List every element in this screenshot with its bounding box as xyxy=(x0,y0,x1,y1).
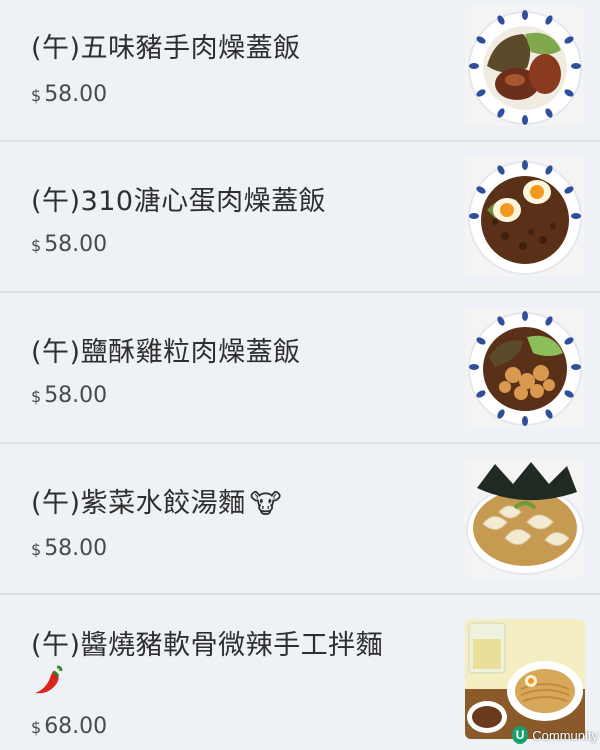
price-value: 68.00 xyxy=(44,714,108,739)
u-community-logo: U xyxy=(512,726,529,744)
item-price: $58.00 xyxy=(31,232,107,257)
item-photo[interactable] xyxy=(465,458,585,578)
menu-item[interactable]: (午)鹽酥雞粒肉燥蓋飯 $58.00 xyxy=(0,293,600,444)
item-name: (午)310溏心蛋肉燥蓋飯 xyxy=(31,186,327,217)
item-photo[interactable] xyxy=(465,619,585,739)
item-name: (午)醬燒豬軟骨微辣手工拌麵 xyxy=(31,630,384,661)
menu-item[interactable]: (午)醬燒豬軟骨微辣手工拌麵 $68.00 xyxy=(0,595,600,750)
item-name: (午)紫菜水餃湯麵 🐮 xyxy=(31,481,282,520)
chili-icon xyxy=(31,663,65,701)
item-price: $58.00 xyxy=(31,82,107,107)
watermark-text: Community xyxy=(532,727,598,743)
item-price: $68.00 xyxy=(31,714,107,739)
currency-symbol: $ xyxy=(31,236,42,255)
price-value: 58.00 xyxy=(44,536,108,561)
currency-symbol: $ xyxy=(31,718,42,737)
item-photo[interactable] xyxy=(465,6,585,126)
menu-item[interactable]: (午)310溏心蛋肉燥蓋飯 $58.00 xyxy=(0,142,600,293)
currency-symbol: $ xyxy=(31,540,42,559)
item-photo[interactable] xyxy=(465,307,585,427)
menu-item[interactable]: (午)五味豬手肉燥蓋飯 $58.00 xyxy=(0,0,600,142)
item-photo[interactable] xyxy=(465,156,585,276)
currency-symbol: $ xyxy=(31,387,42,406)
item-price: $58.00 xyxy=(31,536,107,561)
cow-icon: 🐮 xyxy=(249,489,283,520)
item-name: (午)鹽酥雞粒肉燥蓋飯 xyxy=(31,337,301,368)
menu-item[interactable]: (午)紫菜水餃湯麵 🐮 $58.00 xyxy=(0,444,600,595)
price-value: 58.00 xyxy=(44,232,108,257)
watermark: U Community xyxy=(512,724,598,746)
price-value: 58.00 xyxy=(44,383,108,408)
item-name-text: (午)紫菜水餃湯麵 xyxy=(31,488,246,519)
currency-symbol: $ xyxy=(31,86,42,105)
item-price: $58.00 xyxy=(31,383,107,408)
item-name: (午)五味豬手肉燥蓋飯 xyxy=(31,33,301,64)
price-value: 58.00 xyxy=(44,82,108,107)
menu-list: (午)五味豬手肉燥蓋飯 $58.00 (午)310溏心蛋肉燥蓋飯 $ 58.00… xyxy=(0,0,600,750)
